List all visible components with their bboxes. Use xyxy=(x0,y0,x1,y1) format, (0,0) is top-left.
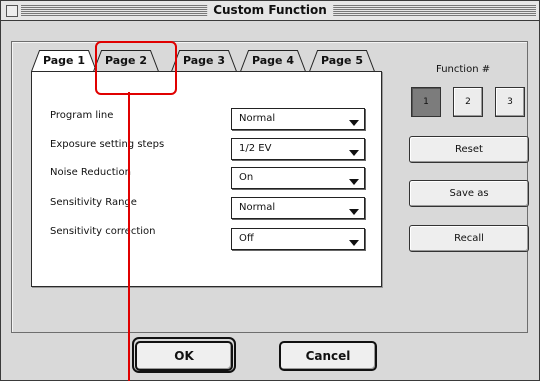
cancel-button[interactable]: Cancel xyxy=(279,341,377,371)
close-box-icon[interactable] xyxy=(6,4,18,17)
callout-leader-line xyxy=(128,92,130,381)
sensitivity-correction-popup[interactable]: Off xyxy=(231,228,365,250)
popup-arrow-icon xyxy=(349,209,359,215)
function-number-label: Function # xyxy=(436,64,491,75)
custom-function-dialog: Custom Function Page 1 Page 2 Page 3 Pag… xyxy=(0,0,540,381)
recall-button[interactable]: Recall xyxy=(409,225,529,252)
title-bar[interactable]: Custom Function xyxy=(1,1,539,21)
popup-value: On xyxy=(239,172,254,183)
popup-value: Normal xyxy=(239,202,276,213)
exposure-steps-popup[interactable]: 1/2 EV xyxy=(231,138,365,160)
sensitivity-range-popup[interactable]: Normal xyxy=(231,197,365,219)
sensitivity-correction-label: Sensitivity correction xyxy=(50,226,156,237)
tab-label: Page 3 xyxy=(182,54,225,67)
tab-label: Page 5 xyxy=(320,54,363,67)
function-2-button[interactable]: 2 xyxy=(453,87,483,117)
program-line-label: Program line xyxy=(50,110,114,121)
ok-button[interactable]: OK xyxy=(135,341,233,371)
sensitivity-range-label: Sensitivity Range xyxy=(50,197,137,208)
tab-label: Page 4 xyxy=(251,54,294,67)
noise-reduction-label: Noise Reduction xyxy=(50,167,131,178)
tab-page-5[interactable]: Page 5 xyxy=(309,50,375,72)
function-3-button[interactable]: 3 xyxy=(495,87,525,117)
save-as-button[interactable]: Save as xyxy=(409,180,529,207)
page-2-callout-highlight xyxy=(95,41,177,95)
noise-reduction-popup[interactable]: On xyxy=(231,167,365,189)
function-1-button[interactable]: 1 xyxy=(411,87,441,117)
dialog-title: Custom Function xyxy=(207,3,333,18)
popup-value: Normal xyxy=(239,113,276,124)
program-line-popup[interactable]: Normal xyxy=(231,108,365,130)
popup-value: 1/2 EV xyxy=(239,143,272,154)
tab-page-3[interactable]: Page 3 xyxy=(171,50,237,72)
tab-page-1[interactable]: Page 1 xyxy=(31,50,97,72)
popup-arrow-icon xyxy=(349,240,359,246)
popup-value: Off xyxy=(239,233,254,244)
popup-arrow-icon xyxy=(349,150,359,156)
popup-arrow-icon xyxy=(349,179,359,185)
reset-button[interactable]: Reset xyxy=(409,136,529,163)
tab-page-4[interactable]: Page 4 xyxy=(240,50,306,72)
popup-arrow-icon xyxy=(349,120,359,126)
tab-label: Page 1 xyxy=(42,54,85,67)
exposure-steps-label: Exposure setting steps xyxy=(50,139,165,150)
